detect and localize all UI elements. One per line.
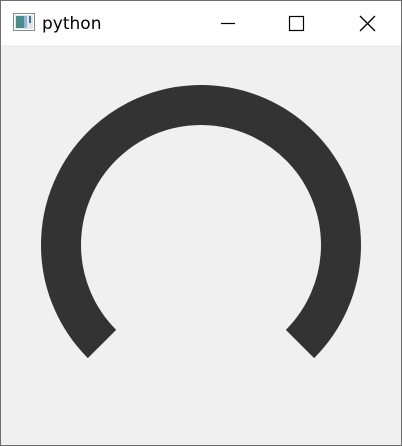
app-window: python bbox=[0, 0, 402, 446]
minimize-icon bbox=[221, 22, 235, 25]
python-app-icon[interactable] bbox=[13, 13, 35, 31]
dial-area bbox=[1, 45, 401, 445]
title-bar[interactable]: python bbox=[1, 1, 401, 45]
maximize-icon bbox=[288, 15, 305, 32]
close-button[interactable] bbox=[345, 1, 391, 45]
window-title: python bbox=[42, 14, 102, 34]
dial-arc bbox=[41, 85, 361, 359]
close-icon bbox=[359, 15, 376, 32]
progress-dial bbox=[41, 85, 361, 359]
maximize-button[interactable] bbox=[273, 1, 319, 45]
minimize-button[interactable] bbox=[205, 1, 251, 45]
